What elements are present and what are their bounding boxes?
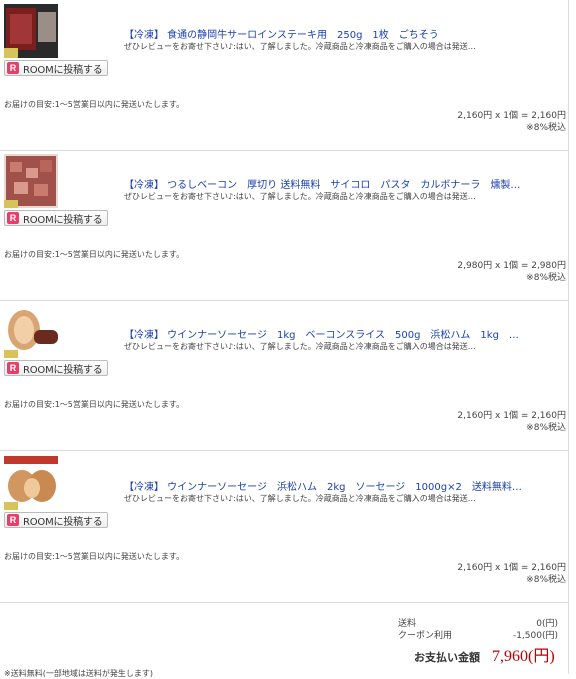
- price-calculation: 2,160円 x 1個 = 2,160円 ※8%税込: [457, 410, 566, 434]
- order-item-1: R ROOMに投稿する 【冷凍】 食通の静岡牛サーロインステーキ用 250g 1…: [0, 0, 568, 151]
- tax-note: ※8%税込: [526, 575, 566, 585]
- order-item-3: R ROOMに投稿する 【冷凍】 ウインナーソーセージ 1kg ベーコンスライス…: [0, 300, 568, 451]
- coupon-label: クーポン利用: [398, 631, 453, 641]
- product-thumbnail[interactable]: [4, 154, 58, 208]
- room-r-icon: R: [7, 514, 19, 526]
- review-note: ぜひレビューをお寄せ下さい♪:はい、了解しました。冷蔵商品と冷凍商品をご購入の場…: [124, 192, 476, 201]
- price-calculation: 2,980円 x 1個 = 2,980円 ※8%税込: [457, 260, 566, 284]
- room-post-label: ROOMに投稿する: [23, 516, 103, 528]
- room-post-button[interactable]: R ROOMに投稿する: [4, 360, 108, 376]
- product-thumbnail[interactable]: [4, 4, 58, 58]
- product-title-link[interactable]: 【冷凍】 ウインナーソーセージ 浜松ハム 2kg ソーセージ 1000g×2 送…: [124, 478, 524, 493]
- grand-total-value: 7,960(円): [492, 648, 555, 665]
- price-calculation: 2,160円 x 1個 = 2,160円 ※8%税込: [457, 562, 566, 586]
- tax-note: ※8%税込: [526, 273, 566, 283]
- right-border: [568, 0, 569, 674]
- room-post-button[interactable]: R ROOMに投稿する: [4, 60, 108, 76]
- tax-note: ※8%税込: [526, 423, 566, 433]
- product-thumbnail[interactable]: [4, 304, 58, 358]
- delivery-estimate: お届けの目安:1～5営業日以内に発送いたします。: [4, 250, 185, 259]
- product-title-link[interactable]: 【冷凍】 つるしベーコン 厚切り 送料無料 サイコロ パスタ カルボナーラ 燻製…: [124, 176, 524, 191]
- order-item-4: R ROOMに投稿する 【冷凍】 ウインナーソーセージ 浜松ハム 2kg ソーセ…: [0, 452, 568, 603]
- price-calculation: 2,160円 x 1個 = 2,160円 ※8%税込: [457, 110, 566, 134]
- price-line: 2,160円 x 1個 = 2,160円: [457, 111, 566, 121]
- price-line: 2,160円 x 1個 = 2,160円: [457, 563, 566, 573]
- room-r-icon: R: [7, 212, 19, 224]
- room-post-label: ROOMに投稿する: [23, 64, 103, 76]
- review-note: ぜひレビューをお寄せ下さい♪:はい、了解しました。冷蔵商品と冷凍商品をご購入の場…: [124, 342, 476, 351]
- price-line: 2,980円 x 1個 = 2,980円: [457, 261, 566, 271]
- grand-total-label: お支払い金額: [414, 651, 480, 664]
- room-post-button[interactable]: R ROOMに投稿する: [4, 210, 108, 226]
- product-title-link[interactable]: 【冷凍】 食通の静岡牛サーロインステーキ用 250g 1枚 ごちそう: [124, 26, 524, 41]
- review-note: ぜひレビューをお寄せ下さい♪:はい、了解しました。冷蔵商品と冷凍商品をご購入の場…: [124, 42, 476, 51]
- delivery-estimate: お届けの目安:1～5営業日以内に発送いたします。: [4, 552, 185, 561]
- delivery-estimate: お届けの目安:1～5営業日以内に発送いたします。: [4, 100, 185, 109]
- product-thumbnail[interactable]: [4, 456, 58, 510]
- room-r-icon: R: [7, 362, 19, 374]
- room-post-button[interactable]: R ROOMに投稿する: [4, 512, 108, 528]
- delivery-estimate: お届けの目安:1～5営業日以内に発送いたします。: [4, 400, 185, 409]
- room-post-label: ROOMに投稿する: [23, 214, 103, 226]
- tax-note: ※8%税込: [526, 123, 566, 133]
- coupon-value: -1,500(円): [512, 631, 558, 641]
- room-post-label: ROOMに投稿する: [23, 364, 103, 376]
- order-totals: 送料 0(円) クーポン利用 -1,500(円) お支払い金額 7,960(円)…: [0, 608, 568, 678]
- price-line: 2,160円 x 1個 = 2,160円: [457, 411, 566, 421]
- product-title-link[interactable]: 【冷凍】 ウインナーソーセージ 1kg ベーコンスライス 500g 浜松ハム 1…: [124, 326, 524, 341]
- order-item-2: R ROOMに投稿する 【冷凍】 つるしベーコン 厚切り 送料無料 サイコロ パ…: [0, 150, 568, 301]
- room-r-icon: R: [7, 62, 19, 74]
- review-note: ぜひレビューをお寄せ下さい♪:はい、了解しました。冷蔵商品と冷凍商品をご購入の場…: [124, 494, 476, 503]
